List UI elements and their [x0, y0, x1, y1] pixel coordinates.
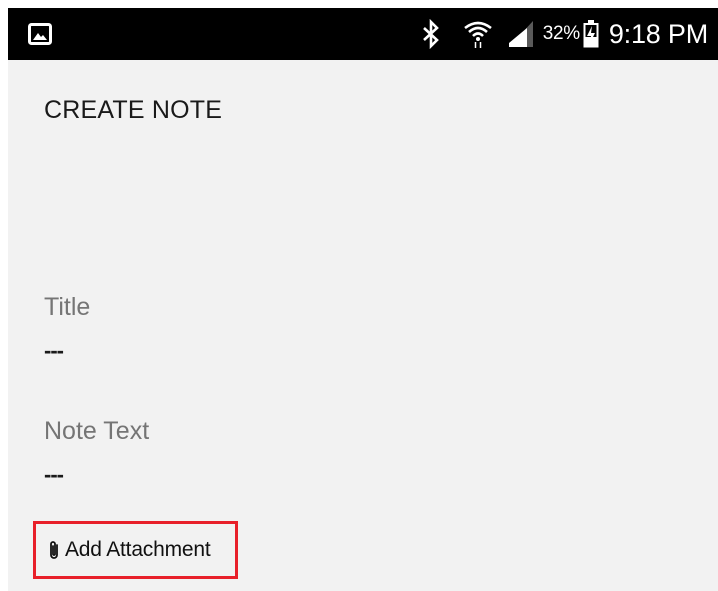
attachment-highlight: Add Attachment — [33, 521, 238, 579]
signal-icon — [508, 21, 533, 47]
add-attachment-label: Add Attachment — [65, 538, 211, 561]
gallery-icon — [28, 23, 52, 45]
app-screen: 32% 9:18 PM CREATE NOTE Title --- Note T… — [8, 8, 718, 591]
wifi-icon — [463, 21, 492, 48]
status-time: 9:18 PM — [608, 18, 708, 49]
title-label: Title — [44, 293, 91, 321]
title-field[interactable]: --- — [44, 338, 64, 364]
paperclip-icon — [50, 541, 58, 559]
status-icons: 32% 9:18 PM — [419, 8, 708, 60]
battery-icon — [583, 20, 599, 48]
page-title: CREATE NOTE — [44, 96, 223, 124]
note-text-field[interactable]: --- — [44, 462, 64, 488]
note-text-label: Note Text — [44, 417, 150, 445]
status-bar: 32% 9:18 PM — [8, 8, 718, 60]
battery-percent: 32% — [542, 23, 580, 44]
add-attachment-button[interactable]: Add Attachment — [48, 538, 211, 562]
bluetooth-icon — [422, 19, 439, 49]
